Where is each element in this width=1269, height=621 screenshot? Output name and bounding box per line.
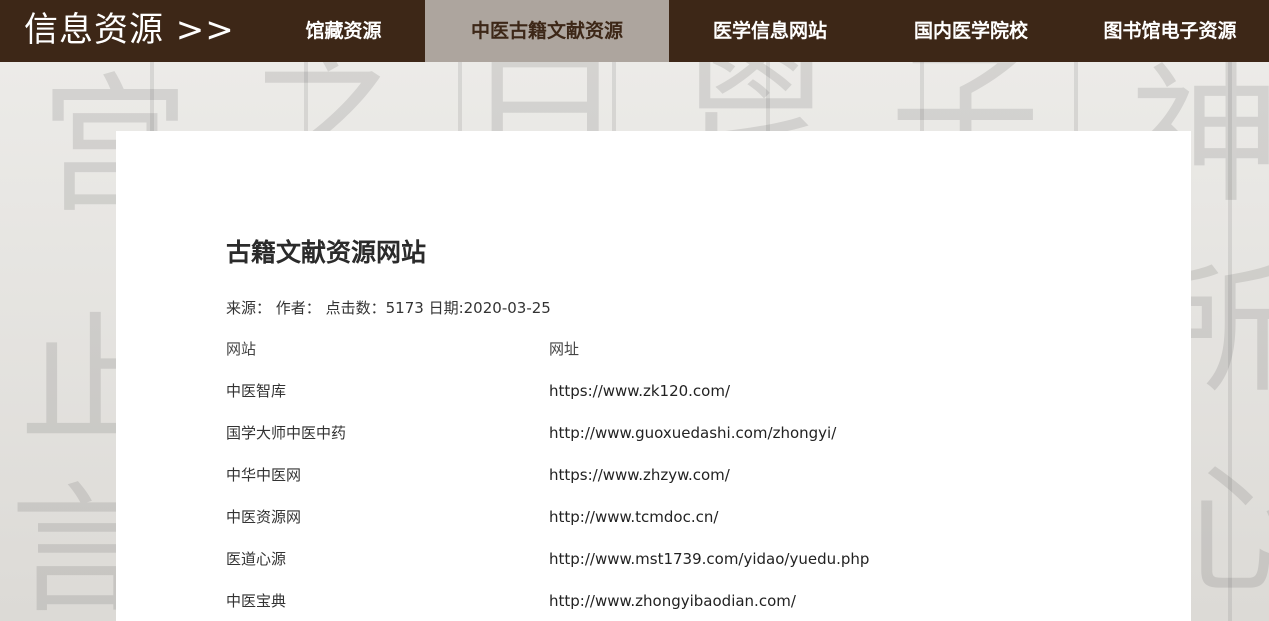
site-name: 中医智库 xyxy=(226,382,287,400)
site-url-link[interactable]: http://www.guoxuedashi.com/zhongyi/ xyxy=(549,424,836,442)
site-name: 中华中医网 xyxy=(226,466,302,484)
table-row: 国学大师中医中药 http://www.guoxuedashi.com/zhon… xyxy=(226,412,1086,454)
article-meta: 来源： 作者： 点击数：5173 日期:2020-03-25 xyxy=(226,297,551,318)
meta-author-label: 作者： xyxy=(275,299,321,317)
site-name: 中医宝典 xyxy=(226,592,287,610)
brand-title: 信息资源 >> xyxy=(24,10,235,50)
site-url-link[interactable]: https://www.zhzyw.com/ xyxy=(549,466,730,484)
nav-menu: 馆藏资源 中医古籍文献资源 医学信息网站 国内医学院校 图书馆电子资源 xyxy=(262,0,1269,62)
site-url-link[interactable]: https://www.zk120.com/ xyxy=(549,382,730,400)
nav-item-medical-websites[interactable]: 医学信息网站 xyxy=(669,0,871,62)
top-navigation: 信息资源 >> 馆藏资源 中医古籍文献资源 医学信息网站 国内医学院校 图书馆电… xyxy=(0,0,1269,62)
meta-source-label: 来源： xyxy=(226,299,272,317)
table-row: 中华中医网 https://www.zhzyw.com/ xyxy=(226,454,1086,496)
site-url-link[interactable]: http://www.mst1739.com/yidao/yuedu.php xyxy=(549,550,869,568)
meta-clicks-value: 5173 xyxy=(385,299,424,317)
nav-item-ancient-books[interactable]: 中医古籍文献资源 xyxy=(425,0,669,62)
page-title: 古籍文献资源网站 xyxy=(226,238,427,267)
table-row: 中医宝典 http://www.zhongyibaodian.com/ xyxy=(226,580,1086,621)
meta-date-value: 2020-03-25 xyxy=(463,299,551,317)
site-url-link[interactable]: http://www.zhongyibaodian.com/ xyxy=(549,592,796,610)
table-row: 医道心源 http://www.mst1739.com/yidao/yuedu.… xyxy=(226,538,1086,580)
meta-date-label: 日期: xyxy=(428,299,464,317)
site-name: 医道心源 xyxy=(226,550,287,568)
header-website: 网站 xyxy=(226,340,257,358)
header-url: 网址 xyxy=(549,340,580,358)
table-header-row: 网站 网址 xyxy=(226,328,1086,370)
nav-item-collection[interactable]: 馆藏资源 xyxy=(262,0,425,62)
site-name: 国学大师中医中药 xyxy=(226,424,347,442)
table-row: 中医智库 https://www.zk120.com/ xyxy=(226,370,1086,412)
content-card: 古籍文献资源网站 来源： 作者： 点击数：5173 日期:2020-03-25 … xyxy=(116,131,1191,621)
nav-item-e-resources[interactable]: 图书馆电子资源 xyxy=(1071,0,1269,62)
site-name: 中医资源网 xyxy=(226,508,302,526)
nav-item-medical-schools[interactable]: 国内医学院校 xyxy=(871,0,1071,62)
table-row: 中医资源网 http://www.tcmdoc.cn/ xyxy=(226,496,1086,538)
meta-clicks-label: 点击数： xyxy=(325,299,386,317)
website-table: 网站 网址 中医智库 https://www.zk120.com/ 国学大师中医… xyxy=(226,328,1086,621)
site-url-link[interactable]: http://www.tcmdoc.cn/ xyxy=(549,508,718,526)
